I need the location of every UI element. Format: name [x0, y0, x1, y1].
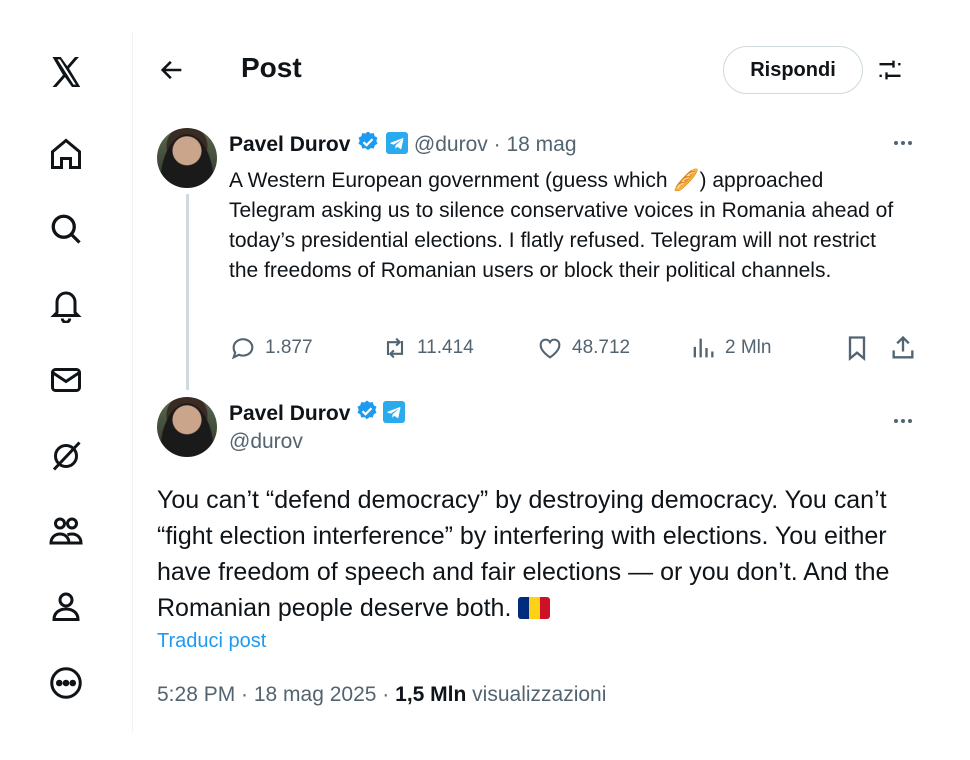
share-action[interactable] [889, 332, 917, 364]
post-timestamp[interactable]: 5:28 PM · 18 mag 2025 · [157, 683, 389, 706]
views-total: 1,5 Mln [395, 683, 467, 706]
notifications-bell-icon[interactable] [44, 283, 88, 327]
reply-button[interactable]: Rispondi [723, 46, 863, 94]
avatar[interactable] [157, 128, 217, 188]
reply-action[interactable]: 1.877 [229, 332, 313, 364]
share-upload-icon [892, 335, 914, 359]
views-label: visualizzazioni [472, 683, 607, 706]
views-chart-icon [693, 338, 714, 358]
profile-icon[interactable] [44, 584, 88, 628]
post-date[interactable]: 18 mag [506, 133, 576, 156]
author-handle[interactable]: @durov [229, 430, 303, 454]
verified-badge-icon [357, 400, 377, 420]
page-title: Post [241, 52, 302, 83]
communities-icon[interactable] [44, 509, 88, 553]
verified-badge-icon [358, 131, 378, 151]
sidebar-divider [132, 32, 133, 732]
telegram-icon [383, 401, 406, 423]
views-action[interactable]: 2 Mln [689, 332, 771, 364]
more-options-icon[interactable] [885, 125, 921, 161]
avatar[interactable] [157, 397, 217, 457]
like-action[interactable]: 48.712 [536, 332, 630, 364]
like-count: 48.712 [572, 337, 631, 358]
post-text-part: A Western European government (guess whi… [229, 169, 674, 192]
dot-separator: · [493, 133, 501, 156]
thread-line [186, 194, 189, 390]
post-meta: 5:28 PM · 18 mag 2025 · 1,5 Mln visualiz… [157, 683, 606, 707]
author-handle[interactable]: @durov [414, 133, 488, 156]
more-circle-icon[interactable] [44, 661, 88, 705]
filter-sliders-icon[interactable] [870, 50, 910, 90]
telegram-icon [386, 132, 409, 154]
views-count: 2 Mln [725, 337, 772, 358]
reply-bubble-icon [231, 338, 254, 360]
translate-post-link[interactable]: Traduci post [157, 630, 266, 653]
parent-post-text: A Western European government (guess whi… [229, 166, 909, 286]
x-logo-icon[interactable] [44, 50, 88, 94]
reply-count: 1.877 [265, 337, 313, 358]
home-icon[interactable] [44, 132, 88, 176]
main-post-text: You can’t “defend democracy” by destroyi… [157, 482, 907, 626]
author-name[interactable]: Pavel Durov [229, 133, 350, 156]
author-name[interactable]: Pavel Durov [229, 402, 350, 425]
romania-flag-icon [518, 597, 551, 619]
bookmark-icon [848, 336, 866, 361]
repost-count: 11.414 [417, 337, 474, 358]
heart-icon [539, 338, 561, 359]
repost-action[interactable]: 11.414 [381, 332, 474, 364]
more-options-icon[interactable] [885, 403, 921, 439]
parent-post-header: Pavel Durov @durov · 18 mag [229, 130, 577, 157]
main-post-author: Pavel Durov [229, 399, 406, 426]
messages-mail-icon[interactable] [44, 358, 88, 402]
baguette-emoji: 🥖 [673, 169, 700, 192]
bookmark-action[interactable] [843, 332, 871, 364]
search-icon[interactable] [44, 207, 88, 251]
repost-icon [386, 337, 404, 359]
back-arrow-icon[interactable] [152, 50, 192, 90]
grok-icon[interactable] [44, 434, 88, 478]
